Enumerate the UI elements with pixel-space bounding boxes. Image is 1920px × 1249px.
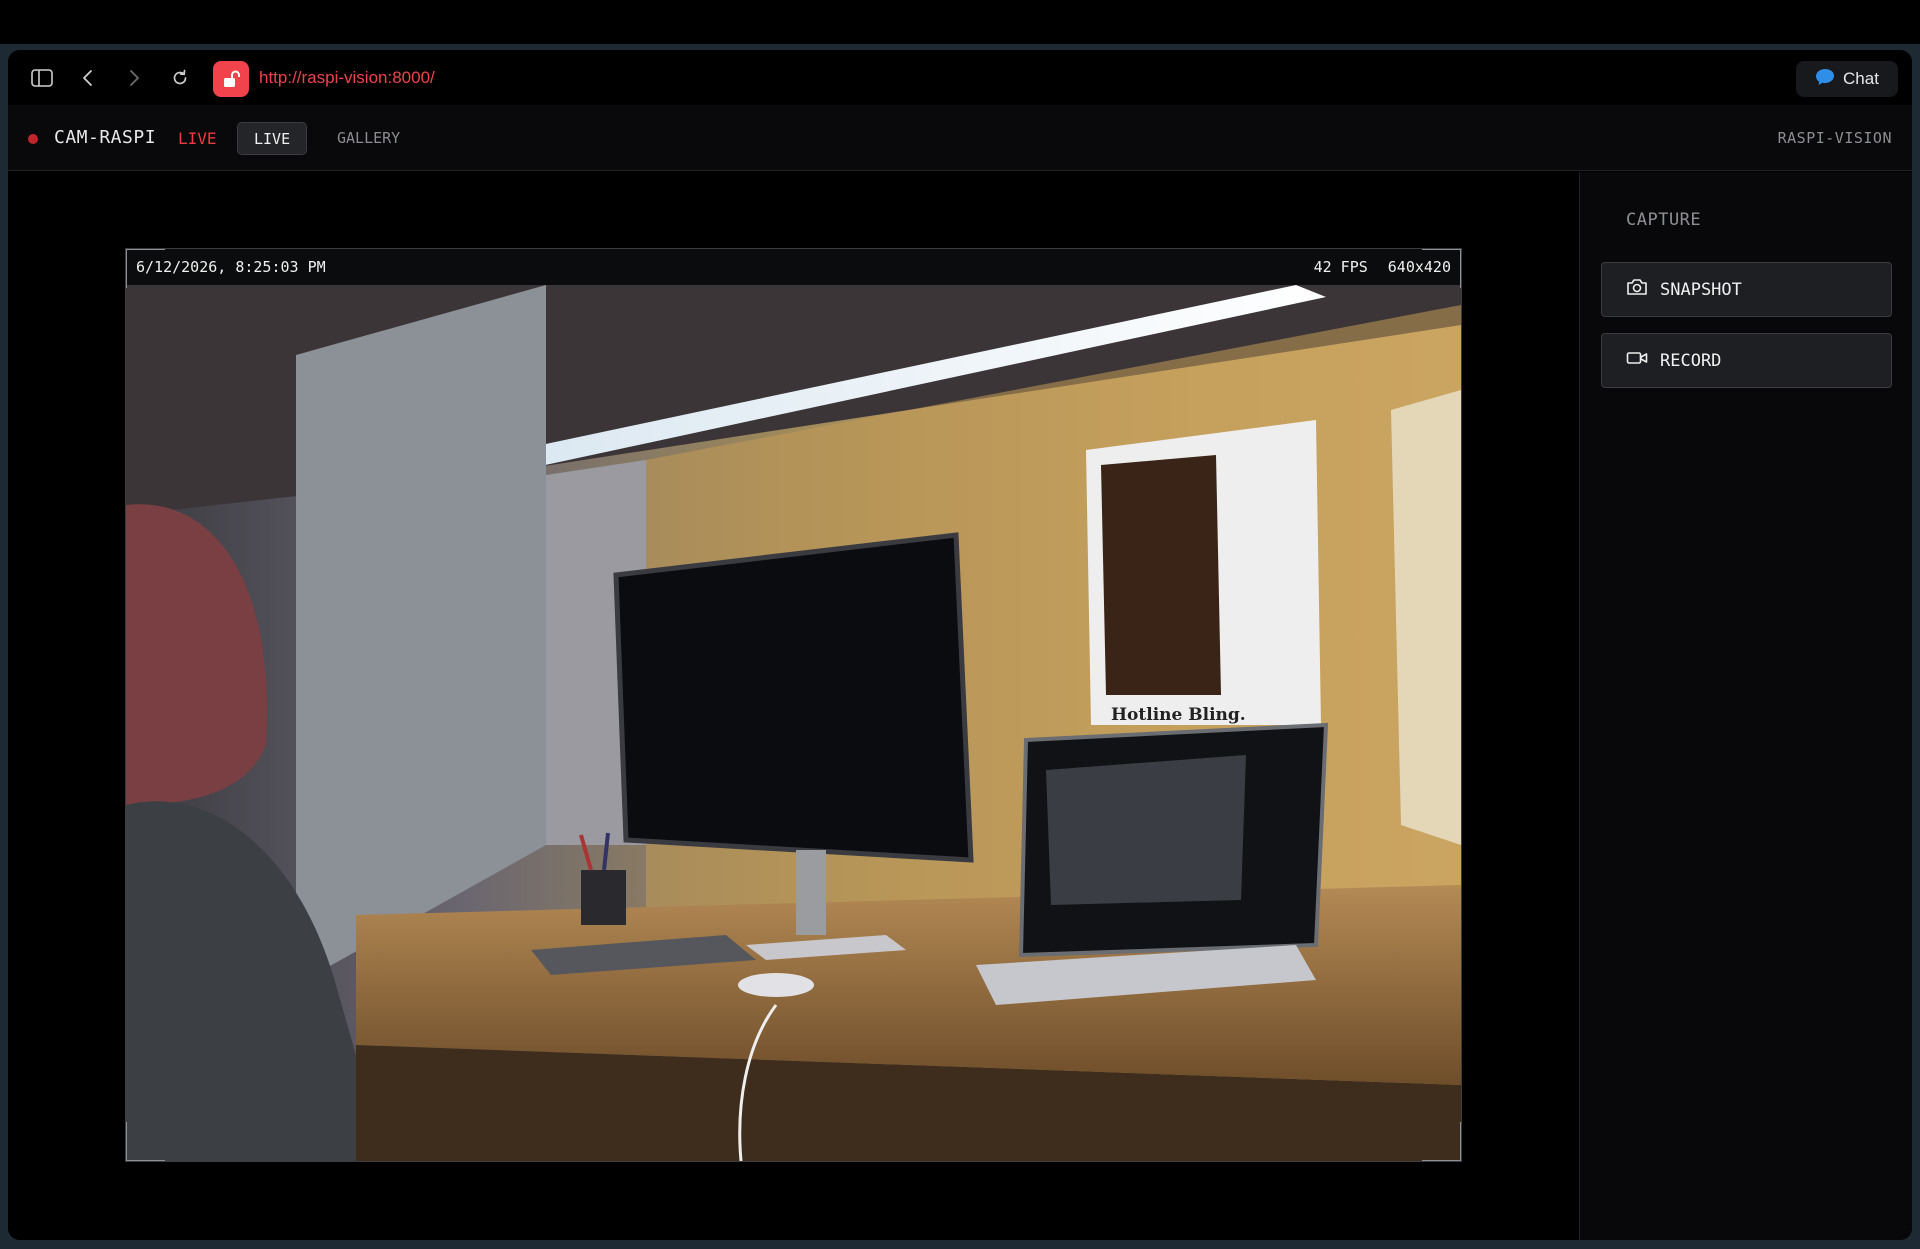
live-indicator: LIVE	[178, 129, 217, 148]
unlocked-padlock-icon[interactable]	[213, 61, 249, 97]
frame-corner-marker	[126, 249, 165, 288]
snapshot-button[interactable]: SNAPSHOT	[1601, 262, 1892, 317]
chat-label: Chat	[1843, 69, 1879, 88]
recording-dot-icon	[28, 134, 38, 144]
url-bar[interactable]: http://raspi-vision:8000/	[259, 67, 435, 89]
frame-corner-marker	[1422, 249, 1461, 288]
brand-label: RASPI-VISION	[1777, 129, 1892, 147]
app-header: CAM-RASPI LIVE LIVE GALLERY RASPI-VISION	[8, 105, 1912, 171]
camera-feed[interactable]: 6/12/2026, 8:25:03 PM 42 FPS 640x420 Hot…	[125, 248, 1462, 1162]
record-label: RECORD	[1660, 350, 1722, 371]
frame-corner-marker	[126, 1122, 165, 1161]
capture-title: CAPTURE	[1626, 210, 1702, 230]
camera-name: CAM-RASPI	[54, 127, 157, 148]
reload-icon[interactable]	[166, 64, 194, 92]
camera-image: Hotline Bling.	[126, 285, 1461, 1161]
capture-panel: CAPTURE SNAPSHOT RECORD	[1579, 172, 1912, 1240]
sidebar-toggle-icon[interactable]	[28, 64, 56, 92]
feed-info-bar: 6/12/2026, 8:25:03 PM 42 FPS 640x420	[126, 249, 1461, 285]
desktop-top-bar	[0, 0, 1920, 44]
record-button[interactable]: RECORD	[1601, 333, 1892, 388]
browser-toolbar: http://raspi-vision:8000/ Chat	[8, 50, 1912, 105]
browser-window: http://raspi-vision:8000/ Chat CAM-RASPI…	[8, 50, 1912, 1240]
video-camera-icon	[1626, 349, 1648, 372]
viewer-area: 6/12/2026, 8:25:03 PM 42 FPS 640x420 Hot…	[8, 172, 1579, 1240]
chat-bubble-icon	[1815, 68, 1835, 91]
camera-icon	[1626, 278, 1648, 301]
back-arrow-icon[interactable]	[74, 64, 102, 92]
poster-caption: Hotline Bling.	[1111, 705, 1246, 725]
tab-gallery[interactable]: GALLERY	[321, 122, 416, 155]
forward-arrow-icon[interactable]	[120, 64, 148, 92]
tab-live[interactable]: LIVE	[237, 122, 308, 155]
frame-corner-marker	[1422, 1122, 1461, 1161]
feed-fps: 42 FPS	[1313, 258, 1368, 276]
chat-button[interactable]: Chat	[1796, 61, 1898, 97]
snapshot-label: SNAPSHOT	[1660, 279, 1742, 300]
